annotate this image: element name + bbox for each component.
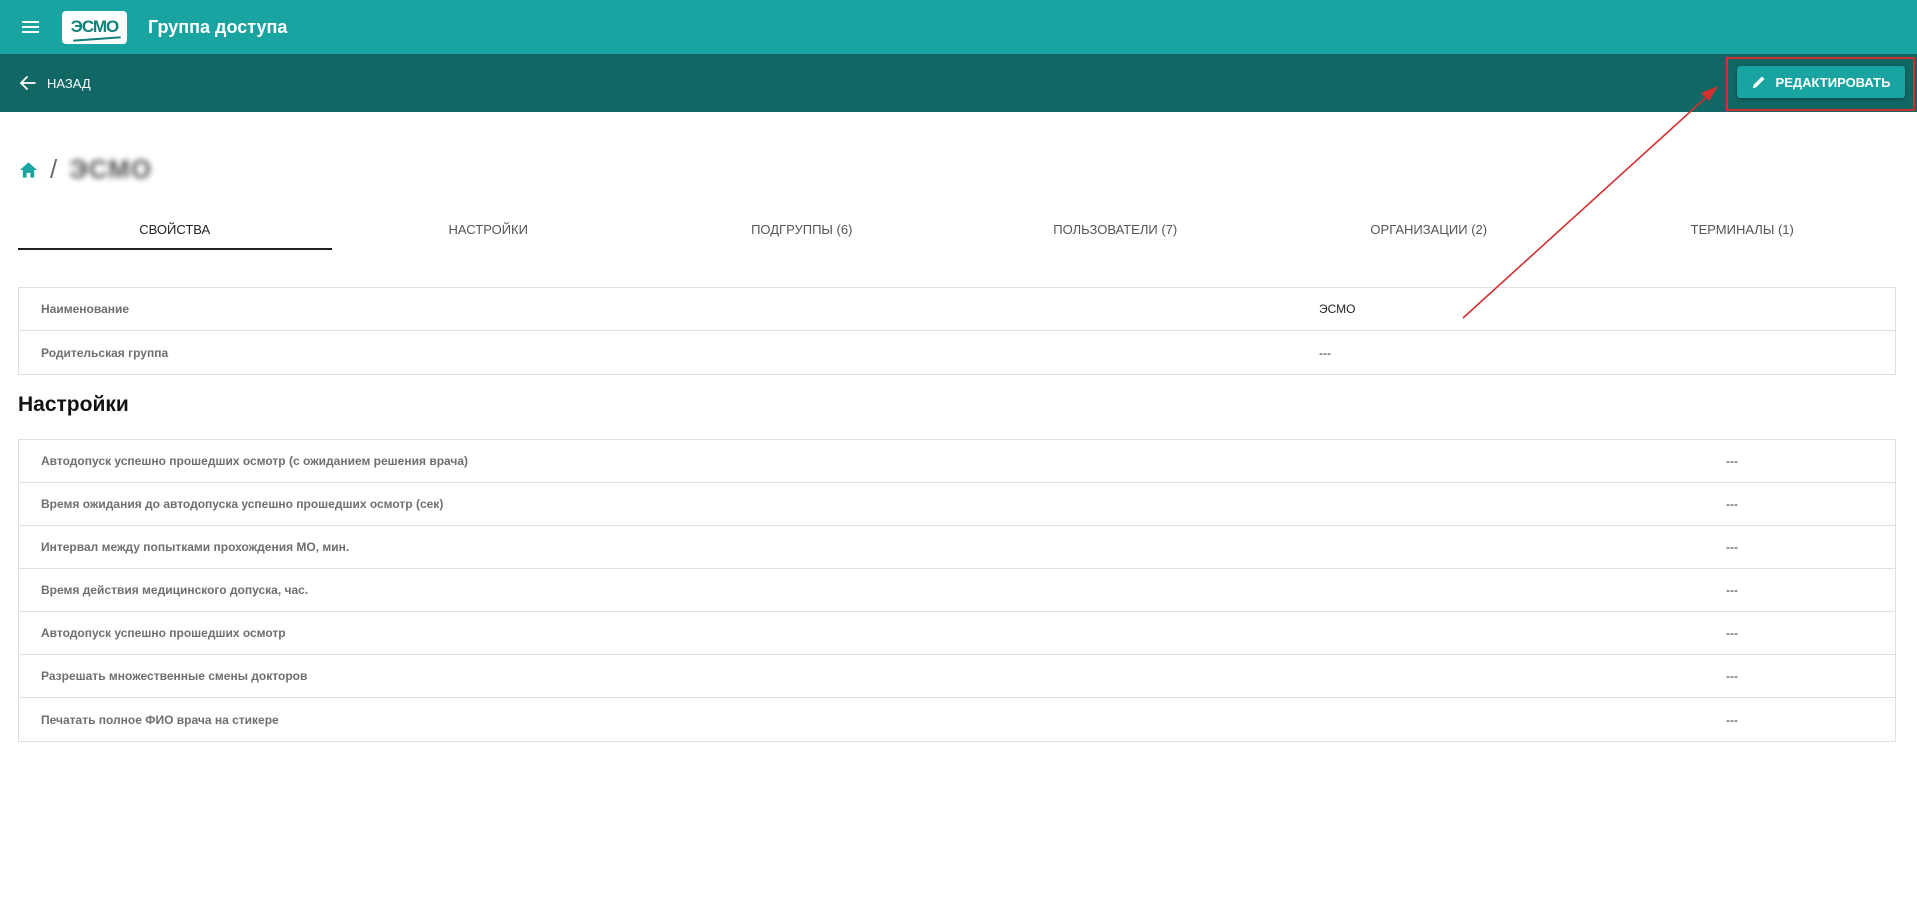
table-row: Разрешать множественные смены докторов -… <box>19 655 1895 698</box>
setting-label: Автодопуск успешно прошедших осмотр <box>41 626 286 640</box>
settings-section-title: Настройки <box>18 393 129 416</box>
setting-label: Время ожидания до автодопуска успешно пр… <box>41 497 444 511</box>
setting-label: Разрешать множественные смены докторов <box>41 669 308 683</box>
breadcrumb-separator: / <box>50 154 58 184</box>
setting-value: --- <box>1726 712 1738 727</box>
back-button-label: НАЗАД <box>47 75 91 91</box>
tab-terminals[interactable]: ТЕРМИНАЛЫ (1) <box>1586 208 1900 250</box>
table-row: Наименование ЭСМО <box>19 288 1895 331</box>
setting-value: --- <box>1726 540 1738 554</box>
setting-label: Время действия медицинского допуска, час… <box>41 583 309 597</box>
tab-bar: СВОЙСТВА НАСТРОЙКИ ПОДГРУППЫ (6) ПОЛЬЗОВ… <box>18 208 1899 250</box>
setting-value: --- <box>1726 454 1738 468</box>
app-logo[interactable]: ЭСМО <box>62 10 127 44</box>
property-label: Наименование <box>41 302 130 316</box>
tab-subgroups[interactable]: ПОДГРУППЫ (6) <box>645 208 959 250</box>
tab-properties[interactable]: СВОЙСТВА <box>18 208 332 250</box>
property-label: Родительская группа <box>41 345 169 360</box>
setting-label: Автодопуск успешно прошедших осмотр (с о… <box>41 454 469 468</box>
setting-label: Печатать полное ФИО врача на стикере <box>41 712 279 727</box>
back-button[interactable]: НАЗАД <box>20 76 91 91</box>
table-row: Печатать полное ФИО врача на стикере --- <box>19 698 1895 741</box>
breadcrumb: / ЭСМО <box>19 154 152 185</box>
setting-value: --- <box>1726 583 1738 597</box>
breadcrumb-current: ЭСМО <box>69 154 153 184</box>
table-row: Родительская группа --- <box>19 331 1895 374</box>
table-row: Автодопуск успешно прошедших осмотр --- <box>19 612 1895 655</box>
edit-button[interactable]: РЕДАКТИРОВАТЬ <box>1737 66 1905 98</box>
table-row: Интервал между попытками прохождения МО,… <box>19 526 1895 569</box>
logo-text: ЭСМО <box>70 17 120 36</box>
setting-label: Интервал между попытками прохождения МО,… <box>41 540 350 554</box>
pencil-icon <box>1752 76 1765 88</box>
setting-value: --- <box>1726 626 1738 640</box>
table-row: Автодопуск успешно прошедших осмотр (с о… <box>19 440 1895 483</box>
setting-value: --- <box>1726 497 1738 511</box>
app-bar: ЭСМО Группа доступа <box>0 0 1917 54</box>
edit-button-label: РЕДАКТИРОВАТЬ <box>1775 74 1891 90</box>
setting-value: --- <box>1726 669 1738 683</box>
settings-table: Автодопуск успешно прошедших осмотр (с о… <box>18 439 1896 742</box>
tab-organizations[interactable]: ОРГАНИЗАЦИИ (2) <box>1272 208 1586 250</box>
property-value: --- <box>1319 345 1331 360</box>
page-title: Группа доступа <box>148 16 288 37</box>
property-value: ЭСМО <box>1319 302 1356 316</box>
tab-users[interactable]: ПОЛЬЗОВАТЕЛИ (7) <box>959 208 1273 250</box>
properties-table: Наименование ЭСМО Родительская группа --… <box>18 287 1896 375</box>
home-icon[interactable] <box>19 161 38 179</box>
table-row: Время действия медицинского допуска, час… <box>19 569 1895 612</box>
table-row: Время ожидания до автодопуска успешно пр… <box>19 483 1895 526</box>
arrow-left-icon <box>20 76 36 90</box>
tab-settings[interactable]: НАСТРОЙКИ <box>332 208 646 250</box>
toolbar: НАЗАД РЕДАКТИРОВАТЬ <box>0 54 1917 112</box>
menu-icon[interactable] <box>15 12 45 42</box>
